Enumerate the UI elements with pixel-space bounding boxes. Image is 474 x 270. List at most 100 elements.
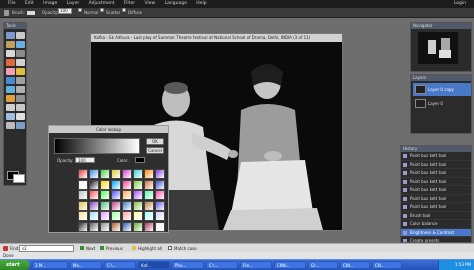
preset-swatch[interactable] <box>155 221 165 232</box>
preset-swatch[interactable] <box>155 211 165 221</box>
menu-language[interactable]: Language <box>165 0 187 8</box>
hand-tool-icon[interactable] <box>16 113 25 120</box>
blur-tool-icon[interactable] <box>6 86 15 93</box>
eraser-tool-icon[interactable] <box>6 68 15 75</box>
history-item[interactable]: Paint bus kett tool <box>401 203 471 212</box>
preset-swatch[interactable] <box>122 190 132 200</box>
preset-swatch[interactable] <box>78 179 88 190</box>
preset-swatch[interactable] <box>133 179 143 190</box>
history-item[interactable]: Color balance <box>401 220 471 229</box>
pencil-tool-icon[interactable] <box>16 59 25 66</box>
previous-arrow-icon[interactable] <box>100 246 104 250</box>
preset-swatch[interactable] <box>111 179 121 190</box>
document-title[interactable]: Kafka - Ek Adhura - Last play of Summer … <box>91 34 342 42</box>
preset-swatch[interactable] <box>100 221 110 232</box>
burn-tool-icon[interactable] <box>16 95 25 102</box>
preset-swatch[interactable] <box>133 211 143 221</box>
smudge-tool-icon[interactable] <box>16 86 25 93</box>
menu-adjustment[interactable]: Adjustment <box>89 0 115 8</box>
menu-view[interactable]: View <box>145 0 156 8</box>
preset-swatch[interactable] <box>144 200 154 211</box>
gradient-preview[interactable] <box>54 138 140 154</box>
preset-swatch[interactable] <box>100 179 110 190</box>
zoom-tool-icon[interactable] <box>6 122 15 129</box>
marquee-tool-icon[interactable] <box>16 32 25 39</box>
taskbar-item[interactable]: Gr... <box>308 261 338 269</box>
preset-swatch[interactable] <box>144 169 154 179</box>
taskbar-item[interactable]: 3 M... <box>32 261 68 269</box>
start-button[interactable]: start <box>0 260 30 270</box>
preset-swatch[interactable] <box>89 211 99 221</box>
preset-swatch[interactable] <box>89 190 99 200</box>
menu-filter[interactable]: Filter <box>124 0 135 8</box>
opacity-input[interactable]: 100 <box>58 8 72 14</box>
preset-swatch[interactable] <box>144 179 154 190</box>
preset-swatch[interactable] <box>100 190 110 200</box>
eyedropper-icon[interactable] <box>16 104 25 111</box>
normal-mode-checkbox[interactable] <box>78 8 82 12</box>
history-item[interactable]: Paint bus kett tool <box>401 152 471 161</box>
preset-swatch[interactable] <box>100 169 110 179</box>
taskbar-item[interactable]: CNN... <box>274 261 306 269</box>
preset-swatch[interactable] <box>111 211 121 221</box>
preset-swatch[interactable] <box>89 179 99 190</box>
taskbar-item[interactable]: C:\... <box>206 261 238 269</box>
layer-row-selected[interactable]: Layer 0 copy <box>413 83 471 96</box>
preset-swatch[interactable] <box>144 211 154 221</box>
preset-swatch[interactable] <box>122 200 132 211</box>
slice-tool-icon[interactable] <box>16 50 25 57</box>
menu-edit[interactable]: Edit <box>25 0 34 8</box>
history-item[interactable]: Paint bus kett tool <box>401 161 471 169</box>
layer-row[interactable]: Layer 0 <box>413 97 471 110</box>
clock[interactable]: 1:53 PM <box>455 262 471 267</box>
close-find-icon[interactable] <box>3 246 8 251</box>
history-item[interactable]: Paint bus kett tool <box>401 195 471 203</box>
history-item[interactable]: Paint bus kett tool <box>401 178 471 186</box>
ok-button[interactable]: OK <box>146 138 164 145</box>
color-picker-box[interactable] <box>135 157 145 163</box>
navigator-thumbnail[interactable] <box>418 32 458 64</box>
taskbar-item[interactable]: Fre... <box>240 261 272 269</box>
clone-stamp-icon[interactable] <box>16 77 25 84</box>
history-item[interactable]: Brightness & Contrast <box>401 228 471 237</box>
dialog-title[interactable]: Color lookup <box>49 126 168 133</box>
preset-swatch[interactable] <box>144 190 154 200</box>
preset-swatch[interactable] <box>100 211 110 221</box>
shape-tool-icon[interactable] <box>6 113 15 120</box>
preset-swatch[interactable] <box>78 169 88 179</box>
cancel-button[interactable]: Cancel <box>146 147 164 154</box>
preset-swatch[interactable] <box>111 221 121 232</box>
preset-swatch[interactable] <box>155 169 165 179</box>
preset-swatch[interactable] <box>100 200 110 211</box>
preset-swatch[interactable] <box>111 169 121 179</box>
preset-swatch[interactable] <box>133 200 143 211</box>
gradient-tool-icon[interactable] <box>6 77 15 84</box>
preset-swatch[interactable] <box>155 200 165 211</box>
preset-swatch[interactable] <box>155 190 165 200</box>
preset-swatch[interactable] <box>133 221 143 232</box>
dialog-opacity-input[interactable]: 100 <box>75 157 95 163</box>
preset-swatch[interactable] <box>122 221 132 232</box>
preset-swatch[interactable] <box>89 169 99 179</box>
taskbar-item[interactable]: C:\... <box>104 261 136 269</box>
taskbar-item[interactable]: Mo... <box>70 261 102 269</box>
text-tool-icon[interactable] <box>6 104 15 111</box>
menu-file[interactable]: File <box>8 0 16 8</box>
history-item[interactable]: Paint bus kett tool <box>401 169 471 178</box>
preset-swatch[interactable] <box>78 190 88 200</box>
magic-wand-icon[interactable] <box>16 41 25 48</box>
taskbar-item-active[interactable]: Kaf... <box>138 261 170 269</box>
menu-layer[interactable]: Layer <box>67 0 80 8</box>
preset-swatch[interactable] <box>78 200 88 211</box>
preset-swatch[interactable] <box>122 211 132 221</box>
login-link[interactable]: Login <box>454 0 466 8</box>
scatter-checkbox[interactable] <box>100 8 104 12</box>
preset-swatch[interactable] <box>111 190 121 200</box>
taskbar-item[interactable]: Pho... <box>172 261 204 269</box>
brush-tool-icon[interactable] <box>6 59 15 66</box>
lasso-tool-icon[interactable] <box>6 41 15 48</box>
crop-tool-icon[interactable] <box>6 50 15 57</box>
preset-swatch[interactable] <box>78 221 88 232</box>
diffuse-checkbox[interactable] <box>122 8 126 12</box>
taskbar-item[interactable]: CN... <box>372 261 402 269</box>
